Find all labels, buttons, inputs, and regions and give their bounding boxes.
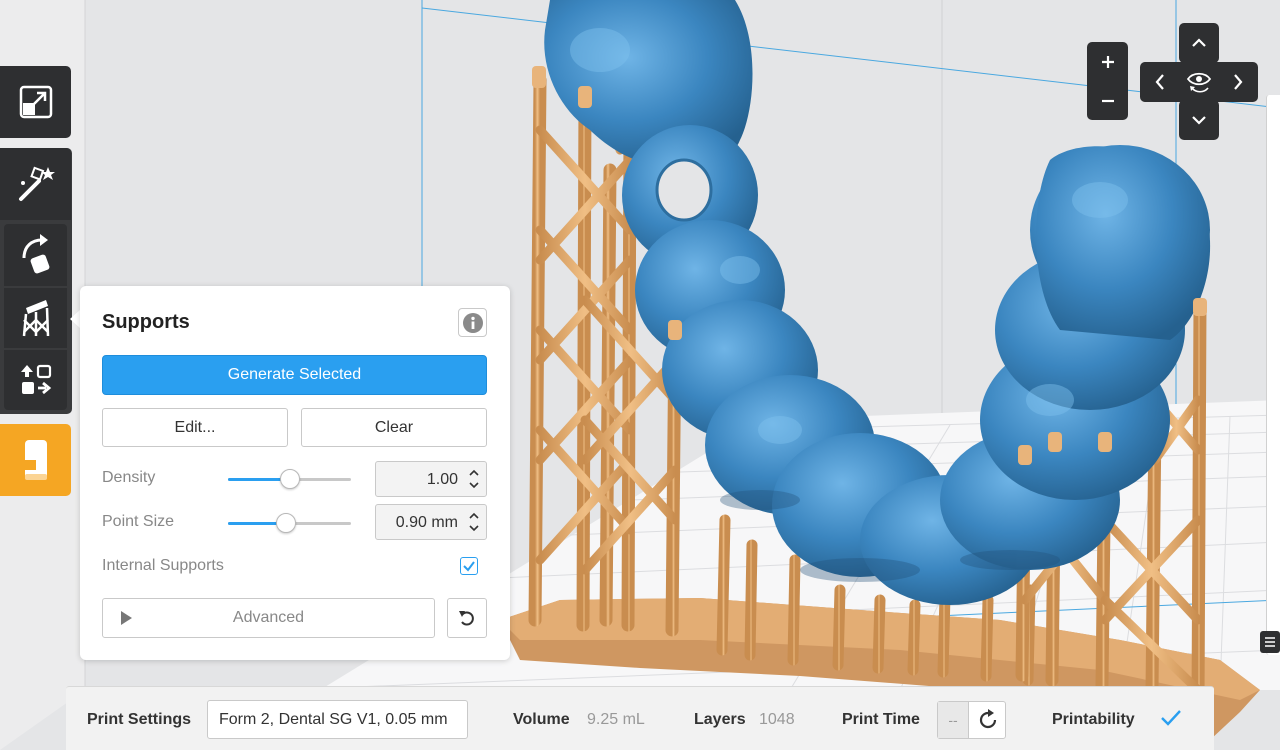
point-size-stepper[interactable]: 0.90 mm — [375, 504, 487, 540]
supports-icon — [22, 300, 49, 337]
stepper-arrows-icon[interactable] — [468, 467, 480, 491]
panel-pointer — [70, 310, 80, 328]
status-bar: Print Settings Form 2, Dental SG V1, 0.0… — [66, 686, 1214, 750]
density-slider[interactable] — [228, 469, 351, 489]
printer-icon — [24, 440, 47, 480]
internal-supports-checkbox[interactable] — [460, 557, 478, 575]
camera-horizontal-controls — [1140, 62, 1258, 102]
zoom-controls — [1087, 42, 1128, 120]
print-settings-field[interactable]: Form 2, Dental SG V1, 0.05 mm — [207, 700, 468, 739]
density-label: Density — [102, 469, 156, 486]
point-size-value: 0.90 mm — [395, 514, 458, 531]
orientation-button[interactable] — [4, 224, 67, 286]
density-slider-thumb[interactable] — [279, 469, 300, 489]
stepper-arrows-icon[interactable] — [468, 510, 480, 534]
layout-icon — [20, 364, 51, 395]
drawer-handle[interactable] — [1260, 631, 1280, 653]
panel-title: Supports — [102, 311, 190, 333]
reset-settings-button[interactable] — [447, 598, 487, 638]
print-time-value: -- — [938, 702, 969, 738]
info-icon — [462, 312, 483, 333]
advanced-label: Advanced — [232, 609, 305, 626]
printability-check-icon — [1161, 710, 1181, 726]
edit-button[interactable]: Edit... — [102, 408, 288, 447]
zoom-in-button[interactable] — [1087, 42, 1128, 81]
one-click-print-button[interactable] — [0, 148, 71, 220]
camera-mid-icons — [1155, 72, 1243, 93]
minus-icon — [1101, 99, 1114, 102]
advanced-toggle-button[interactable]: Advanced — [102, 598, 435, 638]
layers-value: 1048 — [759, 711, 795, 728]
printability-label: Printability — [1052, 711, 1135, 728]
clear-button[interactable]: Clear — [301, 408, 487, 447]
print-time-box: -- — [937, 701, 1006, 739]
chevron-right-icon — [1234, 74, 1243, 90]
print-button[interactable] — [0, 424, 71, 496]
right-drawer[interactable] — [1266, 95, 1280, 655]
density-stepper[interactable]: 1.00 — [375, 461, 487, 497]
fit-view-button[interactable] — [0, 66, 71, 138]
supports-panel: Supports Generate Selected Edit... Clear… — [80, 286, 510, 660]
layout-button[interactable] — [4, 350, 67, 410]
layers-label: Layers — [694, 711, 746, 728]
point-size-slider[interactable] — [228, 513, 351, 533]
camera-down-button[interactable] — [1179, 100, 1219, 140]
reset-icon — [459, 611, 474, 626]
point-size-slider-thumb[interactable] — [275, 513, 296, 533]
generate-selected-button[interactable]: Generate Selected — [102, 355, 487, 395]
volume-value: 9.25 mL — [587, 711, 645, 728]
info-button[interactable] — [458, 308, 487, 337]
menu-icon — [1265, 637, 1275, 647]
print-time-label: Print Time — [842, 711, 920, 728]
refresh-icon — [979, 709, 997, 729]
print-settings-label: Print Settings — [87, 711, 192, 728]
zoom-out-button[interactable] — [1087, 81, 1128, 120]
eye-orbit-icon — [1186, 72, 1212, 93]
rotate-icon — [22, 234, 49, 274]
magic-wand-icon — [18, 166, 55, 201]
volume-label: Volume — [513, 711, 570, 728]
chevron-down-icon — [1192, 116, 1206, 125]
chevron-up-icon — [1192, 38, 1206, 47]
refresh-print-time-button[interactable] — [970, 702, 1006, 738]
checkmark-icon — [463, 561, 475, 572]
density-value: 1.00 — [426, 471, 458, 488]
chevron-left-icon — [1155, 74, 1164, 90]
plus-icon — [1101, 55, 1114, 68]
internal-supports-label: Internal Supports — [102, 557, 224, 574]
supports-button[interactable] — [4, 288, 67, 348]
point-size-label: Point Size — [102, 513, 175, 530]
camera-up-button[interactable] — [1179, 23, 1219, 63]
expand-icon — [19, 85, 52, 119]
